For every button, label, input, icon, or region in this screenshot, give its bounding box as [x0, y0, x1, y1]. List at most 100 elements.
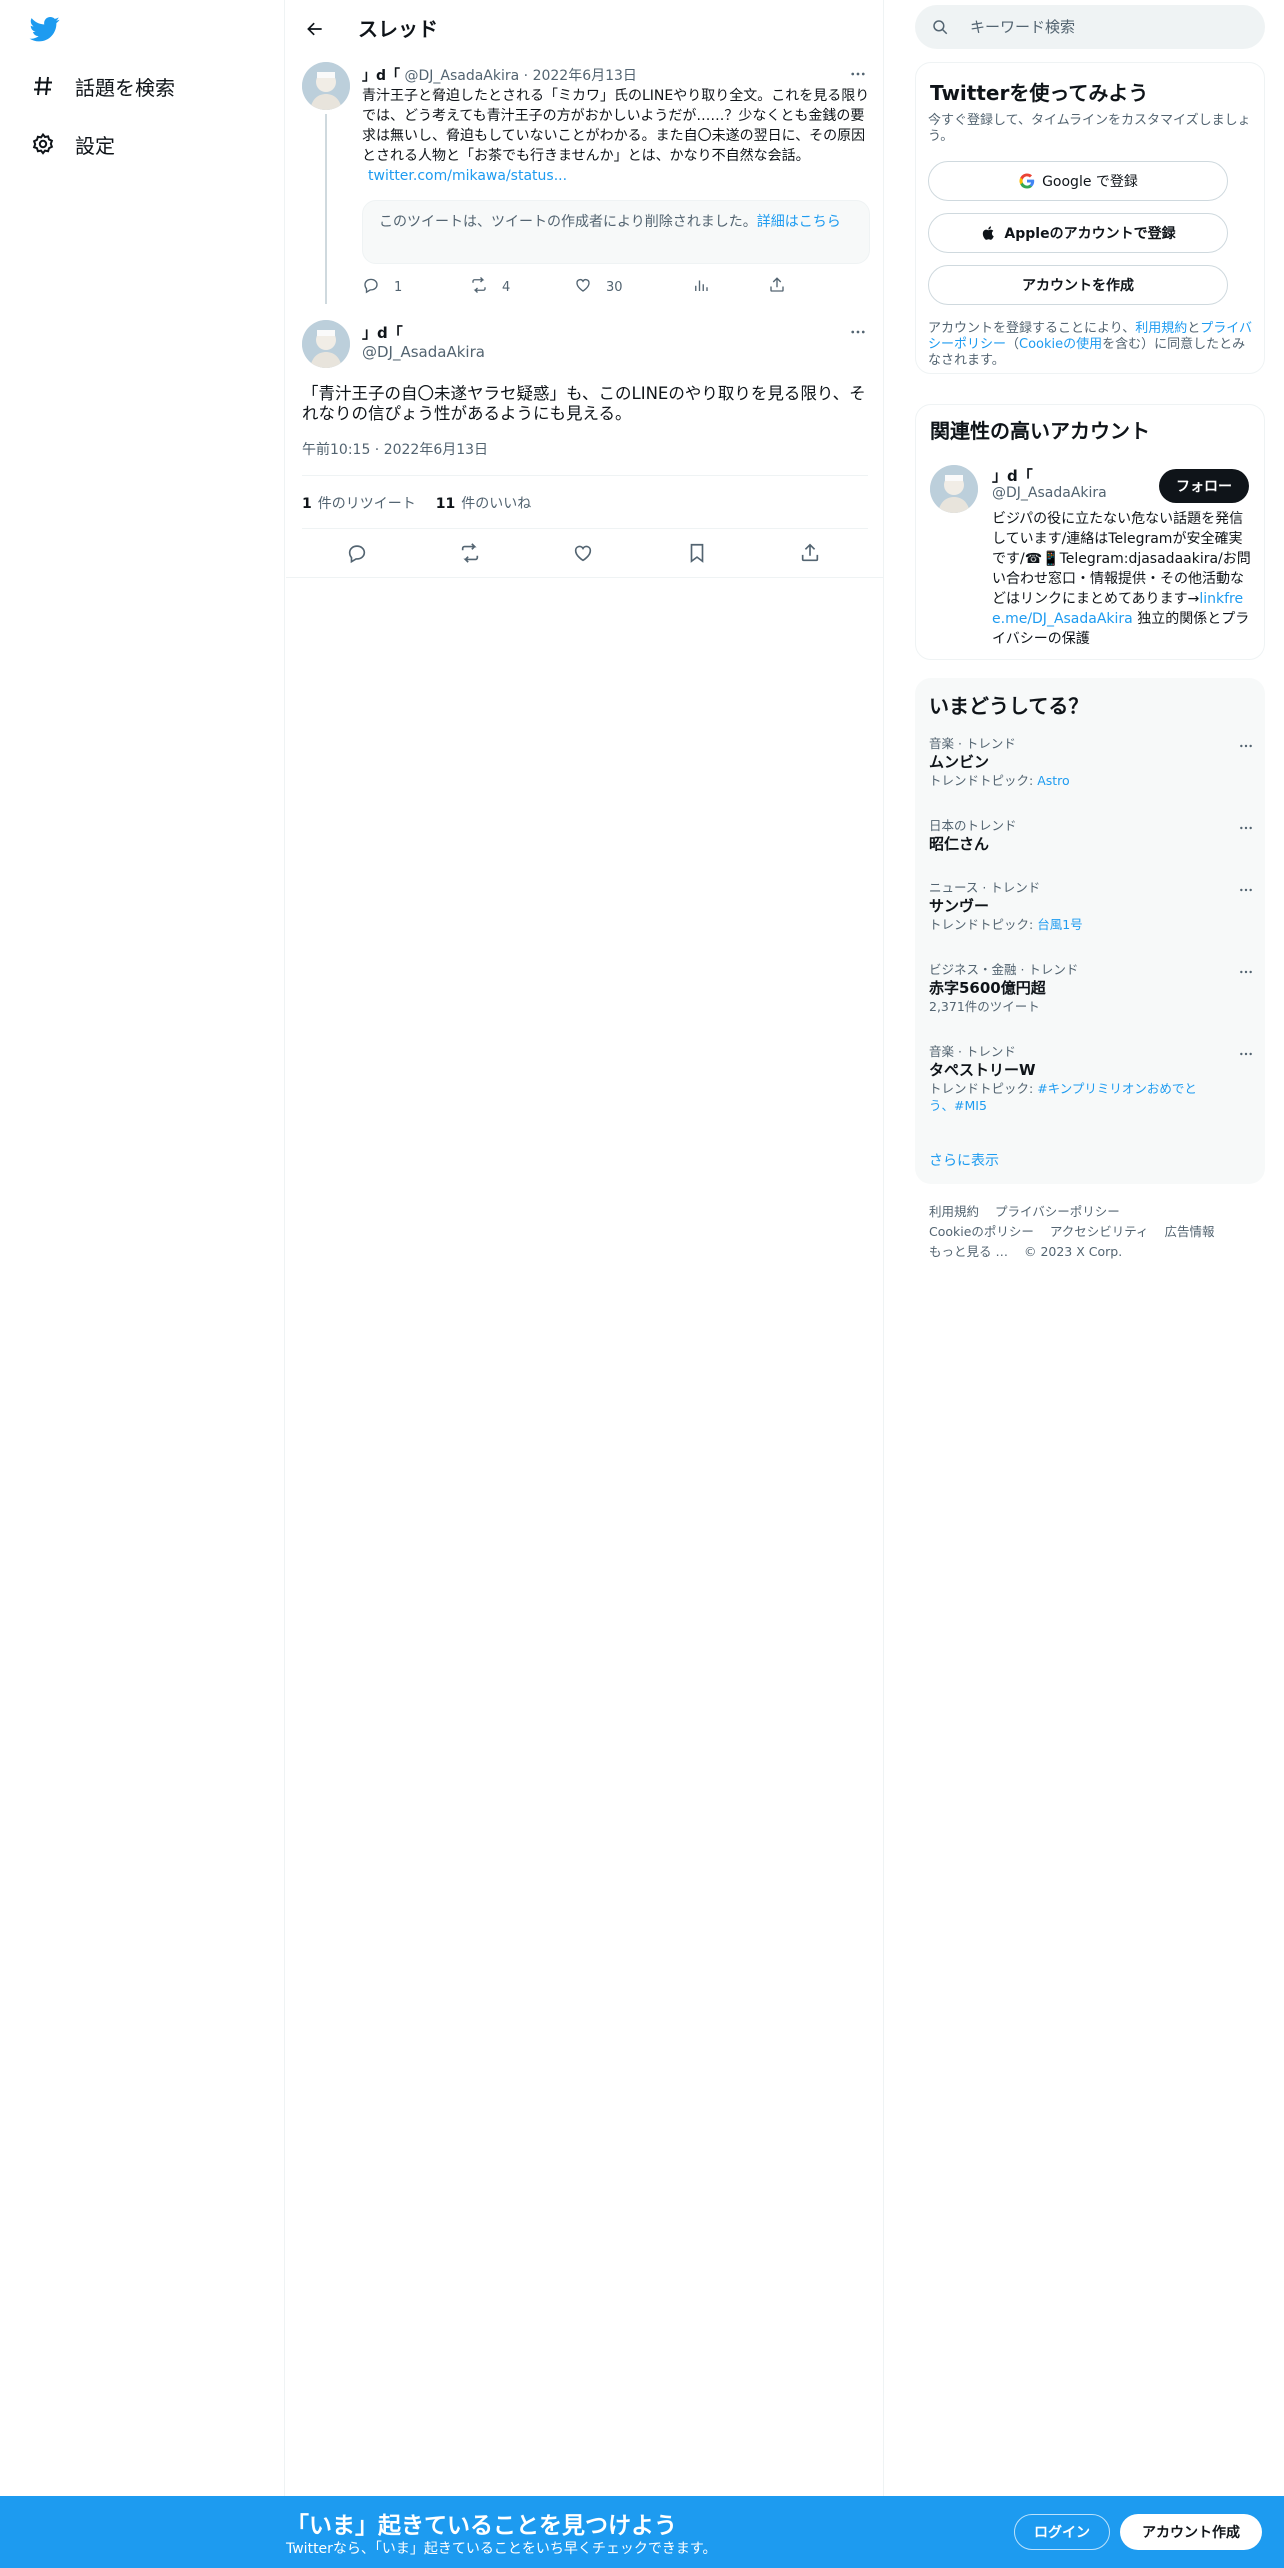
learn-more-link[interactable]: 詳細はこちら [757, 214, 841, 230]
retweets-stat[interactable]: 1 件のリツイート [302, 493, 416, 513]
search-input[interactable] [970, 15, 1250, 39]
show-more-link[interactable]: さらに表示 [929, 1150, 999, 1170]
avatar[interactable] [302, 320, 350, 368]
signup-title: Twitterを使ってみよう [930, 81, 1149, 105]
avatar[interactable] [930, 465, 978, 513]
thread-header: スレッド [286, 0, 884, 55]
analytics-button[interactable] [692, 276, 710, 298]
footer-link-ads[interactable]: 広告情報 [1165, 1224, 1215, 1239]
login-prompt-bar: 「いま」起きていることを見つけよう Twitterなら、「いま」起きていることを… [0, 2496, 1284, 2568]
hashtag-icon [30, 73, 56, 99]
more-options-icon[interactable] [1233, 736, 1259, 756]
author-handle-date[interactable]: @DJ_AsadaAkira · 2022年6月13日 [404, 68, 636, 84]
trend-name: 昭仁さん [929, 835, 990, 853]
author-handle[interactable]: @DJ_AsadaAkira [362, 343, 485, 361]
tweet-header: 」d「 @DJ_AsadaAkira · 2022年6月13日 [362, 65, 637, 85]
nav-label-explore: 話題を検索 [75, 75, 175, 100]
trend-item[interactable]: ニュース · トレンド サンヴー トレンドトピック: 台風1号 [929, 880, 1259, 933]
tweet-text: 青汁王子と脅迫したとされる「ミカワ」氏のLINEやり取り全文。これを見る限りでは… [362, 86, 870, 186]
nav-item-explore[interactable]: 話題を検索 [30, 66, 175, 106]
cookie-link[interactable]: Cookieの使用 [1019, 337, 1102, 352]
related-accounts-panel: 関連性の高いアカウント 」d「 @DJ_AsadaAkira フォロー ビジパの… [915, 404, 1265, 660]
twitter-logo-icon[interactable] [28, 14, 62, 44]
reply-button[interactable]: 1 [362, 276, 402, 298]
trend-item[interactable]: 音楽 · トレンド タペストリーW トレンドトピック: #キンプリミリオンおめで… [929, 1044, 1259, 1114]
create-account-button[interactable]: アカウント作成 [1120, 2514, 1262, 2550]
retweet-button[interactable]: 4 [470, 276, 510, 298]
tweet-text: 「青汁王子の自〇未遂ヤラセ疑惑」も、このLINEのやり取りを見る限り、それなりの… [302, 384, 866, 423]
related-title: 関連性の高いアカウント [930, 419, 1150, 443]
more-options-icon[interactable] [845, 64, 871, 84]
google-signup-button[interactable]: Google で登録 [928, 161, 1228, 201]
nav-label-settings: 設定 [75, 133, 115, 158]
trend-meta: 日本のトレンド [929, 818, 1017, 833]
like-button[interactable]: 30 [574, 276, 623, 298]
trend-topic-link[interactable]: Astro [1037, 773, 1069, 788]
trend-meta: 音楽 · トレンド [929, 736, 1016, 751]
trend-tweet-count: 2,371件のツイート [929, 999, 1040, 1014]
divider [302, 528, 868, 529]
gear-icon [30, 131, 56, 157]
like-count: 30 [606, 279, 623, 295]
more-options-icon[interactable] [1233, 962, 1259, 982]
trend-item[interactable]: 音楽 · トレンド ムンビン トレンドトピック: Astro [929, 736, 1259, 789]
reply-count: 1 [394, 279, 403, 295]
bookmark-icon[interactable] [682, 540, 712, 566]
legal-and: と [1187, 321, 1201, 336]
focal-tweet-actions [286, 536, 884, 570]
avatar[interactable] [302, 62, 350, 110]
related-account-handle[interactable]: @DJ_AsadaAkira [992, 485, 1107, 501]
reply-icon[interactable] [342, 540, 372, 566]
back-arrow-icon[interactable] [298, 12, 332, 46]
trend-sub: トレンドトピック: Astro [929, 772, 1259, 789]
heart-icon[interactable] [568, 540, 598, 566]
analytics-icon [692, 276, 710, 298]
trend-item[interactable]: ビジネス・金融 · トレンド 赤字5600億円超 2,371件のツイート [929, 962, 1259, 1015]
footer-copyright: © 2023 X Corp. [1023, 1244, 1123, 1259]
follow-button[interactable]: フォロー [1159, 469, 1249, 503]
footer-link-cookie[interactable]: Cookieのポリシー [929, 1224, 1034, 1239]
retweet-icon[interactable] [455, 540, 485, 566]
main-column: スレッド 」d「 @DJ_AsadaAkira · 2022年6月13日 青汁王… [286, 0, 884, 2496]
share-icon[interactable] [795, 540, 825, 566]
tweet-link[interactable]: twitter.com/mikawa/status... [368, 168, 567, 184]
trend-meta: ビジネス・金融 · トレンド [929, 962, 1079, 977]
search-box[interactable] [915, 5, 1265, 49]
tweet-stats: 1 件のリツイート 11 件のいいね [302, 493, 551, 513]
trend-topic-link[interactable]: 台風1号 [1037, 917, 1082, 932]
author-name[interactable]: 」d「 [362, 68, 400, 84]
share-button[interactable] [768, 276, 786, 298]
create-account-button[interactable]: アカウントを作成 [928, 265, 1228, 305]
tweet-timestamp[interactable]: 午前10:15 · 2022年6月13日 [302, 439, 488, 459]
deleted-text: このツイートは、ツイートの作成者により削除されました。 [379, 214, 757, 230]
footer-link-terms[interactable]: 利用規約 [929, 1204, 979, 1219]
likes-stat[interactable]: 11 件のいいね [436, 493, 531, 513]
trend-sub: トレンドトピック: 台風1号 [929, 916, 1259, 933]
more-options-icon[interactable] [1233, 880, 1259, 900]
signup-panel: Twitterを使ってみよう 今すぐ登録して、タイムラインをカスタマイズしましょ… [915, 62, 1265, 374]
trend-sub: トレンドトピック: #キンプリミリオンおめでとう、#MI5 [929, 1080, 1219, 1114]
footer-link-accessibility[interactable]: アクセシビリティ [1050, 1224, 1149, 1239]
retweet-icon [470, 276, 488, 298]
trend-item[interactable]: 日本のトレンド 昭仁さん [929, 818, 1259, 854]
apple-signup-button[interactable]: Appleのアカウントで登録 [928, 213, 1228, 253]
trends-title: いまどうしてる？ [929, 694, 1089, 718]
footer-link-privacy[interactable]: プライバシーポリシー [995, 1204, 1120, 1219]
footer-link-more[interactable]: もっと見る … [929, 1244, 1008, 1259]
more-options-icon[interactable] [1233, 1044, 1259, 1064]
google-signup-label: Google で登録 [1042, 174, 1138, 190]
more-options-icon[interactable] [845, 322, 871, 342]
bottom-bar-subtitle: Twitterなら、「いま」起きていることをいち早くチェックできます。 [286, 2541, 717, 2557]
author-name[interactable]: 」d「 [362, 322, 403, 343]
tweet-body: 青汁王子と脅迫したとされる「ミカワ」氏のLINEやり取り全文。これを見る限りでは… [362, 88, 870, 164]
login-button[interactable]: ログイン [1014, 2514, 1110, 2550]
related-account-name[interactable]: 」d「 [992, 465, 1033, 486]
trend-sub-prefix: トレンドトピック: [929, 917, 1038, 932]
signup-legal-text: アカウントを登録することにより、利用規約とプライバシーポリシー（Cookieの使… [928, 321, 1254, 369]
nav-item-settings[interactable]: 設定 [30, 124, 115, 164]
terms-link[interactable]: 利用規約 [1135, 321, 1187, 336]
related-account-bio: ビジパの役に立たない危ない話題を発信しています/連絡はTelegramが安全確実… [992, 509, 1254, 649]
trend-name: ムンビン [929, 753, 990, 771]
more-options-icon[interactable] [1233, 818, 1259, 838]
likes-number: 11 [435, 496, 456, 512]
